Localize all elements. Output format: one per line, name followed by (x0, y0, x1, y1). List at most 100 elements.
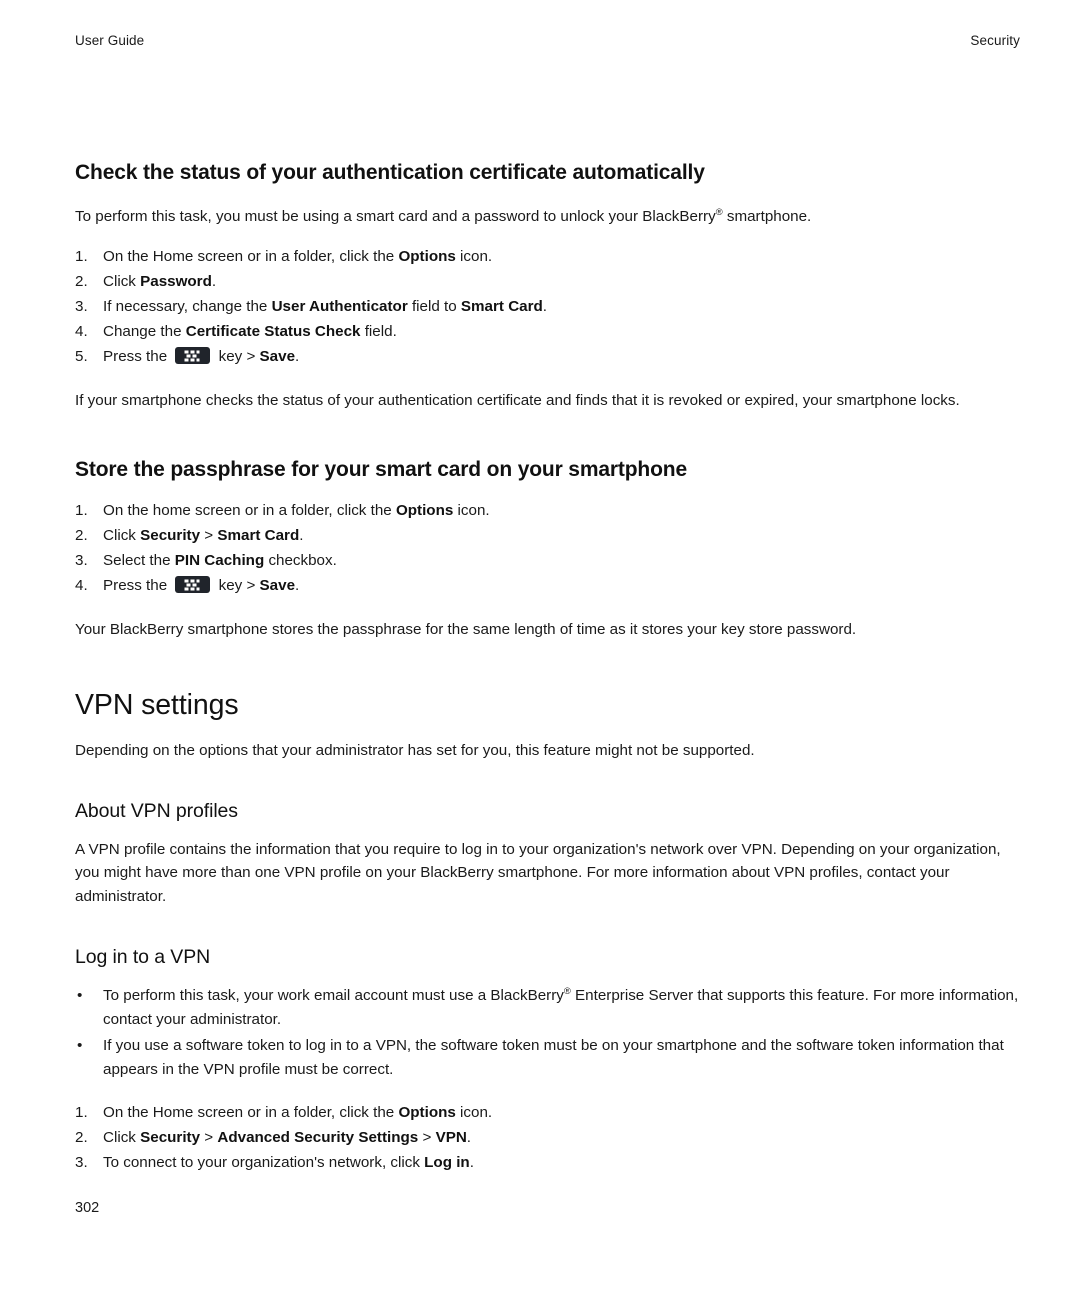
step-text-post: . (295, 577, 300, 595)
list-item: 1. On the home screen or in a folder, cli… (75, 499, 1020, 523)
step-number: 3. (75, 1154, 88, 1172)
steps-store-passphrase: 1. On the home screen or in a folder, cli… (75, 499, 1020, 598)
blackberry-menu-key-icon (175, 576, 211, 594)
page-content: Check the status of your authentication … (75, 160, 1020, 1176)
step-text-bold-2: Advanced Security Settings (217, 1129, 419, 1147)
list-item: 3. To connect to your organization's netw… (75, 1151, 1020, 1175)
bullet-text-pre: To perform this task, your work email ac… (103, 986, 564, 1004)
step-text-post: . (211, 272, 217, 290)
step-text-bold: Security (140, 1129, 201, 1147)
step-number: 2. (75, 1129, 88, 1147)
step-text-bold-2: Smart Card (460, 297, 543, 315)
registered-trademark-icon: ® (715, 206, 723, 218)
step-text-pre: If necessary, change the (103, 297, 272, 315)
heading-check-certificate-status: Check the status of your authentication … (75, 161, 705, 184)
list-item: • To perform this task, your work email a… (75, 984, 1020, 1031)
step-number: 2. (75, 272, 88, 290)
running-header: User Guide Security (75, 33, 1020, 48)
step-text-bold-3: VPN (435, 1129, 467, 1147)
step-number: 3. (75, 552, 88, 570)
paragraph-cert-check-outro: If your smartphone checks the status of … (75, 392, 960, 410)
list-item: 4. Press the key > Save. (75, 574, 1020, 598)
step-text-post: . (469, 1154, 474, 1172)
step-text-bold: Options (398, 1104, 456, 1122)
step-text-pre: On the Home screen or in a folder, click… (103, 247, 399, 265)
list-item: 4. Change the Certificate Status Check fi… (75, 320, 1020, 344)
registered-trademark-icon: ® (563, 984, 571, 996)
bullet-icon: • (77, 986, 83, 1004)
list-item: 3. If necessary, change the User Authenti… (75, 295, 1020, 319)
step-text-pre: Select the (103, 552, 175, 570)
paragraph-cert-check-intro: To perform this task, you must be using … (75, 205, 1020, 229)
step-text-mid: > (200, 527, 218, 544)
document-page: User Guide Security Check the status of … (0, 0, 1080, 1296)
step-text-bold-2: Smart Card (217, 527, 300, 544)
step-text-pre: On the Home screen or in a folder, click… (103, 1104, 399, 1122)
heading-about-vpn-profiles: About VPN profiles (75, 799, 238, 822)
bullets-log-in-to-vpn: • To perform this task, your work email a… (75, 984, 1020, 1081)
steps-log-in-to-vpn: 1. On the Home screen or in a folder, cli… (75, 1101, 1020, 1175)
step-text-pre: Click (103, 272, 141, 290)
bullet-icon: • (77, 1037, 83, 1055)
heading-vpn-settings: VPN settings (75, 688, 239, 721)
blackberry-menu-key-icon (175, 347, 211, 365)
step-text-post: icon. (453, 501, 490, 519)
step-number: 5. (75, 348, 88, 366)
step-text-bold: Security (140, 527, 201, 544)
step-text-mid-2: > (418, 1129, 436, 1147)
step-text-mid: key > (214, 348, 260, 366)
paragraph-vpn-settings-intro: Depending on the options that your admin… (75, 741, 755, 759)
step-text-post: . (542, 297, 548, 315)
page-number: 302 (75, 1200, 100, 1216)
step-text-mid: key > (214, 577, 260, 595)
step-text-bold-2: Save (259, 348, 296, 366)
list-item: 3. Select the PIN Caching checkbox. (75, 549, 1020, 573)
paragraph-about-vpn-profiles: A VPN profile contains the information t… (75, 840, 1001, 905)
step-text-bold-2: Save (259, 577, 296, 595)
bullet-text-pre: If you use a software token to log in to… (103, 1037, 1004, 1078)
step-text-bold: Log in (424, 1154, 470, 1172)
running-header-left: User Guide (75, 33, 145, 48)
step-text-mid: > (200, 1129, 218, 1147)
step-text-post: checkbox. (264, 552, 337, 570)
step-text-pre: Change the (103, 323, 186, 340)
step-text-pre: Click (103, 1129, 141, 1147)
step-number: 1. (75, 247, 88, 265)
step-number: 4. (75, 577, 88, 595)
step-text-bold: Certificate Status Check (185, 323, 361, 340)
cert-intro-post: smartphone. (722, 208, 812, 226)
list-item: 5. Press the key > Save. (75, 345, 1020, 369)
list-item: 1. On the Home screen or in a folder, cli… (75, 1101, 1020, 1125)
cert-intro-pre: To perform this task, you must be using … (75, 208, 716, 226)
step-text-pre: Click (103, 527, 141, 544)
step-number: 2. (75, 527, 88, 544)
step-text-bold: Password (140, 272, 212, 290)
list-item: 1. On the Home screen or in a folder, cli… (75, 245, 1020, 269)
step-number: 4. (75, 323, 88, 340)
step-text-pre: On the home screen or in a folder, click… (103, 501, 396, 519)
list-item: 2. Click Password. (75, 270, 1020, 294)
running-header-right: Security (970, 33, 1020, 48)
steps-check-certificate-status: 1. On the Home screen or in a folder, cli… (75, 245, 1020, 369)
step-text-post: icon. (455, 247, 493, 265)
step-text-post: icon. (455, 1104, 493, 1122)
step-text-post: . (299, 527, 304, 544)
step-number: 1. (75, 1104, 88, 1122)
step-text-bold: Options (398, 247, 456, 265)
step-text-mid: field to (407, 297, 461, 315)
step-text-post: field. (360, 323, 397, 340)
step-text-post: . (466, 1129, 472, 1147)
step-text-bold: User Authenticator (271, 297, 408, 315)
list-item: 2. Click Security > Smart Card. (75, 524, 1020, 548)
step-number: 1. (75, 501, 88, 519)
step-text-bold: PIN Caching (174, 552, 265, 570)
step-number: 3. (75, 297, 88, 315)
heading-store-passphrase: Store the passphrase for your smart card… (75, 457, 687, 481)
step-text-pre: Press the (103, 348, 172, 366)
list-item: • If you use a software token to log in t… (75, 1034, 1020, 1081)
step-text-post: . (295, 348, 300, 366)
step-text-bold: Options (395, 501, 454, 519)
heading-log-in-to-vpn: Log in to a VPN (75, 945, 211, 968)
list-item: 2. Click Security > Advanced Security Set… (75, 1126, 1020, 1150)
step-text-pre: Press the (103, 577, 172, 595)
